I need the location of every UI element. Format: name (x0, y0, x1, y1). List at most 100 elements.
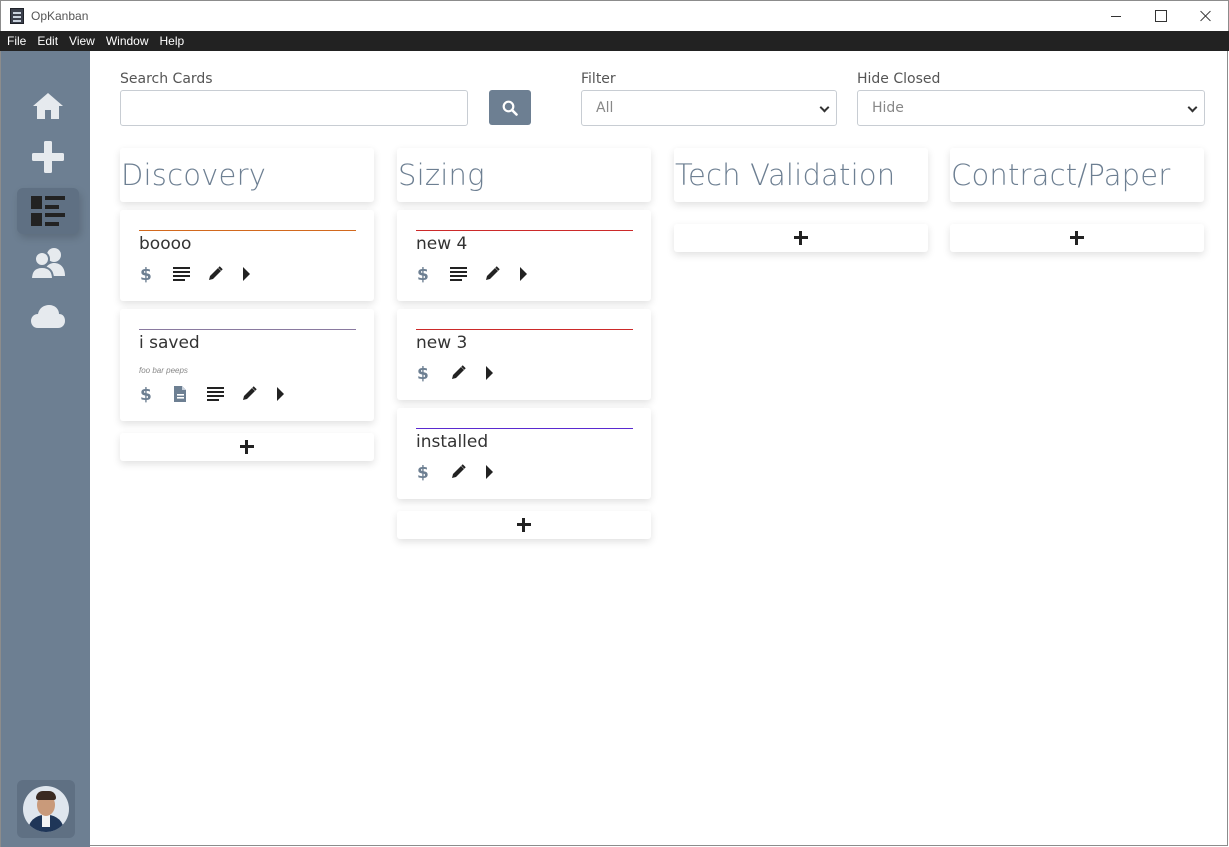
kanban-column: Tech Validation (674, 148, 928, 252)
plus-icon (32, 141, 64, 173)
sidebar (0, 51, 90, 847)
svg-text:$: $ (140, 265, 152, 283)
card-color-rule (416, 428, 633, 429)
hide-closed-value: Hide (872, 100, 904, 116)
board-list-icon (31, 196, 65, 226)
kanban-card[interactable]: new 3 $ (397, 309, 651, 400)
kanban-column: Contract/Paper (950, 148, 1204, 252)
profile-button[interactable] (17, 780, 75, 838)
svg-text:$: $ (417, 364, 429, 382)
card-actions: $ (139, 383, 355, 405)
column-title: Discovery (121, 158, 267, 192)
main-area: Search Cards Filter All Hide Closed Hide… (90, 51, 1228, 846)
menu-edit[interactable]: Edit (37, 34, 58, 48)
avatar (23, 786, 69, 832)
users-icon (30, 248, 65, 280)
kanban-card[interactable]: installed $ (397, 408, 651, 499)
kanban-column: Sizing new 4 $ new 3 $ installed $ (397, 148, 651, 539)
card-color-rule (416, 329, 633, 330)
title-bar: OpKanban (0, 0, 1229, 31)
window-title: OpKanban (31, 9, 89, 23)
dollar-icon[interactable]: $ (416, 362, 450, 384)
card-actions: $ (139, 263, 355, 285)
add-card-button[interactable] (950, 224, 1204, 252)
app-icon (10, 8, 24, 24)
search-input[interactable] (120, 90, 468, 126)
chevron-down-icon (819, 102, 830, 113)
menu-view[interactable]: View (69, 34, 95, 48)
maximize-button[interactable] (1138, 1, 1184, 31)
arrow-right-icon[interactable] (484, 461, 518, 483)
column-title: Tech Validation (675, 158, 896, 192)
svg-text:$: $ (417, 463, 429, 481)
card-actions: $ (416, 461, 632, 483)
arrow-right-icon[interactable] (241, 263, 275, 285)
filter-select[interactable]: All (581, 90, 837, 126)
edit-icon[interactable] (450, 461, 484, 483)
arrow-right-icon[interactable] (275, 383, 309, 405)
column-title: Contract/Paper (951, 158, 1171, 192)
notes-icon[interactable] (173, 263, 207, 285)
magnifier-icon (502, 100, 518, 116)
column-title: Sizing (398, 158, 485, 192)
plus-icon (1070, 231, 1084, 245)
menu-bar: File Edit View Window Help (0, 31, 1229, 51)
edit-icon[interactable] (450, 362, 484, 384)
notes-icon[interactable] (207, 383, 241, 405)
card-color-rule (416, 230, 633, 231)
sidebar-item-add[interactable] (17, 134, 79, 180)
add-card-button[interactable] (397, 511, 651, 539)
edit-icon[interactable] (484, 263, 518, 285)
edit-icon[interactable] (241, 383, 275, 405)
column-header: Tech Validation (674, 148, 928, 202)
close-button[interactable] (1183, 1, 1229, 31)
kanban-card[interactable]: new 4 $ (397, 210, 651, 301)
plus-icon (240, 440, 254, 454)
column-header: Sizing (397, 148, 651, 202)
cloud-icon (31, 305, 65, 328)
minimize-button[interactable] (1093, 1, 1139, 31)
filter-label: Filter (581, 71, 616, 87)
filter-value: All (596, 100, 614, 116)
home-icon (33, 93, 63, 119)
kanban-column: Discovery boooo $ i saved foo bar peeps $ (120, 148, 374, 461)
dollar-icon[interactable]: $ (416, 461, 450, 483)
plus-icon (794, 231, 808, 245)
sidebar-item-users[interactable] (17, 240, 79, 286)
card-title: installed (416, 432, 489, 452)
dollar-icon[interactable]: $ (139, 263, 173, 285)
dollar-icon[interactable]: $ (139, 383, 173, 405)
card-color-rule (139, 230, 356, 231)
column-header: Contract/Paper (950, 148, 1204, 202)
arrow-right-icon[interactable] (518, 263, 552, 285)
search-label: Search Cards (120, 71, 213, 87)
sidebar-item-cloud[interactable] (17, 293, 79, 339)
card-title: new 3 (416, 333, 468, 353)
menu-help[interactable]: Help (160, 34, 185, 48)
card-actions: $ (416, 362, 632, 384)
add-card-button[interactable] (120, 433, 374, 461)
sidebar-item-board[interactable] (17, 188, 79, 234)
dollar-icon[interactable]: $ (416, 263, 450, 285)
card-title: i saved (139, 333, 200, 353)
add-card-button[interactable] (674, 224, 928, 252)
arrow-right-icon[interactable] (484, 362, 518, 384)
menu-file[interactable]: File (7, 34, 26, 48)
chevron-down-icon (1187, 102, 1198, 113)
sidebar-item-home[interactable] (17, 83, 79, 129)
edit-icon[interactable] (207, 263, 241, 285)
plus-icon (517, 518, 531, 532)
kanban-card[interactable]: boooo $ (120, 210, 374, 301)
menu-window[interactable]: Window (106, 34, 149, 48)
card-title: new 4 (416, 234, 468, 254)
hide-closed-label: Hide Closed (857, 71, 941, 87)
card-color-rule (139, 329, 356, 330)
hide-closed-select[interactable]: Hide (857, 90, 1205, 126)
svg-text:$: $ (417, 265, 429, 283)
notes-icon[interactable] (450, 263, 484, 285)
search-button[interactable] (489, 90, 531, 125)
svg-text:$: $ (140, 385, 152, 403)
card-title: boooo (139, 234, 192, 254)
document-icon[interactable] (173, 383, 207, 405)
kanban-card[interactable]: i saved foo bar peeps $ (120, 309, 374, 421)
